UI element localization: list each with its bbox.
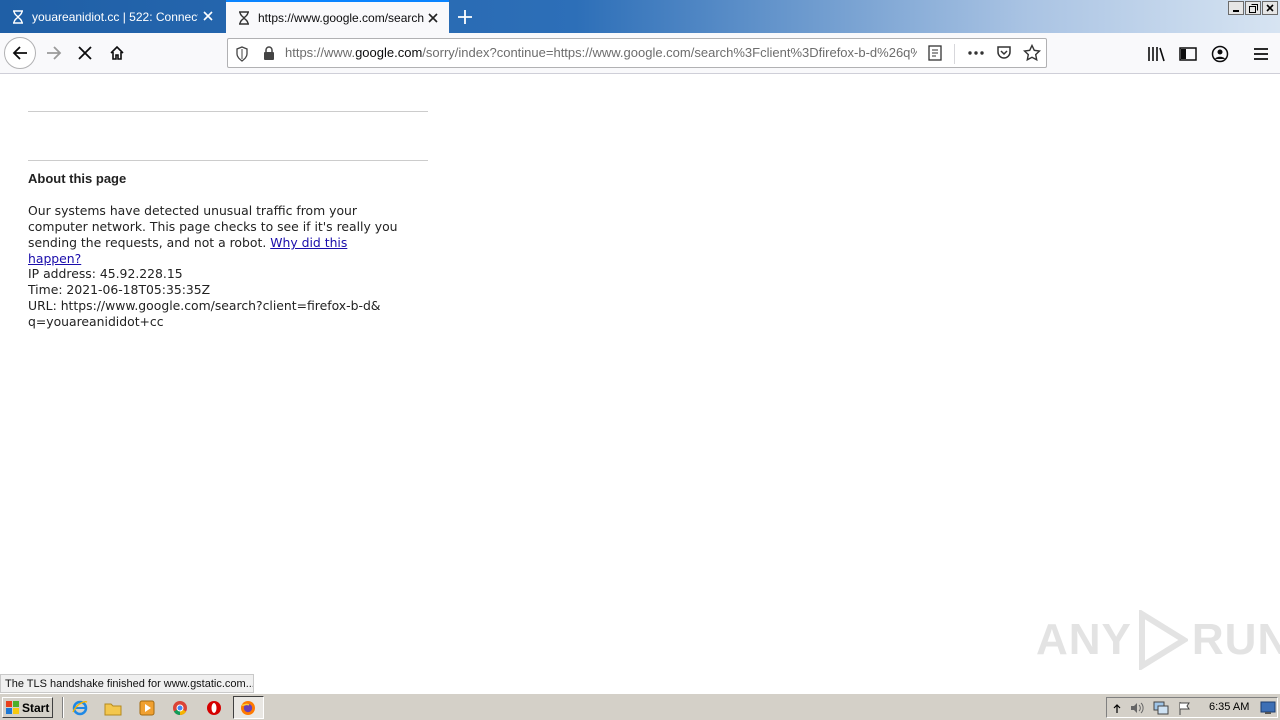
url-prefix: https://www.	[285, 45, 356, 60]
windows-logo-icon	[6, 701, 19, 714]
volume-icon[interactable]	[1129, 700, 1145, 716]
lock-icon[interactable]	[263, 46, 275, 66]
minimize-button[interactable]	[1228, 1, 1244, 15]
new-tab-button[interactable]	[452, 4, 478, 30]
url-domain: google.com	[355, 45, 423, 60]
bookmark-star-icon[interactable]	[1022, 43, 1042, 67]
chrome-icon[interactable]	[170, 698, 190, 718]
start-button[interactable]: Start	[2, 697, 53, 718]
divider	[28, 160, 428, 161]
library-icon[interactable]	[1146, 44, 1166, 64]
watermark-right: RUN	[1191, 615, 1280, 664]
start-label: Start	[22, 700, 50, 715]
divider	[28, 111, 428, 112]
stop-loading-button[interactable]	[69, 37, 101, 69]
request-info: IP address: 45.92.228.15 Time: 2021-06-1…	[28, 266, 380, 330]
firefox-icon[interactable]	[238, 698, 258, 718]
sidebar-icon[interactable]	[1178, 44, 1198, 64]
tab-title: youareanidiot.cc | 522: Connection timed…	[32, 9, 198, 24]
about-heading: About this page	[28, 171, 127, 186]
menu-icon[interactable]	[1251, 44, 1271, 64]
pocket-icon[interactable]	[996, 45, 1012, 66]
address-bar[interactable]: https://www.google.com/sorry/index?conti…	[227, 38, 1047, 68]
divider	[954, 44, 955, 64]
page-actions-icon[interactable]	[966, 43, 986, 68]
page-content: About this page Our systems have detecte…	[0, 74, 1280, 674]
folder-icon[interactable]	[103, 698, 123, 718]
close-tab-icon[interactable]	[200, 8, 216, 24]
action-center-flag-icon[interactable]	[1177, 700, 1193, 716]
network-icon[interactable]	[1153, 700, 1169, 716]
url-text[interactable]: https://www.google.com/sorry/index?conti…	[285, 45, 917, 60]
clock[interactable]: 6:35 AM	[1209, 701, 1249, 713]
media-player-icon[interactable]	[137, 698, 157, 718]
timestamp: Time: 2021-06-18T05:35:35Z	[28, 282, 211, 297]
close-tab-icon[interactable]	[425, 10, 441, 26]
system-tray: 6:35 AM	[1106, 697, 1278, 718]
url-info: URL: https://www.google.com/search?clien…	[28, 298, 381, 313]
taskbar: Start 6:35 AM	[0, 693, 1280, 720]
show-desktop-icon[interactable]	[1258, 698, 1278, 718]
tracking-protection-icon[interactable]	[235, 46, 249, 67]
show-hidden-icons-icon[interactable]	[1109, 700, 1125, 716]
watermark-left: ANY	[1036, 615, 1132, 664]
anyrun-watermark: ANY RUN	[1036, 610, 1280, 670]
opera-icon[interactable]	[204, 698, 224, 718]
forward-button[interactable]	[38, 37, 70, 69]
url-path: /sorry/index?continue=https://www.google…	[422, 45, 917, 60]
url-info-continued: q=youareanididot+cc	[28, 314, 164, 329]
tab-google-search[interactable]: https://www.google.com/search?client=fir…	[226, 0, 449, 33]
back-button[interactable]	[4, 37, 36, 69]
unusual-traffic-message: Our systems have detected unusual traffi…	[28, 203, 398, 267]
restore-button[interactable]	[1245, 1, 1261, 15]
hourglass-icon	[10, 9, 26, 25]
reader-view-icon[interactable]	[928, 45, 942, 66]
account-icon[interactable]	[1210, 44, 1230, 64]
play-logo-icon	[1138, 610, 1188, 670]
tab-strip: youareanidiot.cc | 522: Connection timed…	[0, 0, 1280, 33]
status-bar: The TLS handshake finished for www.gstat…	[0, 674, 254, 693]
ie-icon[interactable]	[70, 698, 90, 718]
window-controls	[1228, 1, 1278, 15]
tab-title: https://www.google.com/search?client=fir…	[258, 10, 424, 25]
ip-address: IP address: 45.92.228.15	[28, 266, 183, 281]
hourglass-icon	[236, 10, 252, 26]
home-button[interactable]	[101, 37, 133, 69]
navigation-toolbar: https://www.google.com/sorry/index?conti…	[0, 33, 1280, 74]
divider	[62, 697, 64, 718]
close-window-button[interactable]	[1262, 1, 1278, 15]
tab-youareanidiot[interactable]: youareanidiot.cc | 522: Connection timed…	[0, 0, 224, 33]
